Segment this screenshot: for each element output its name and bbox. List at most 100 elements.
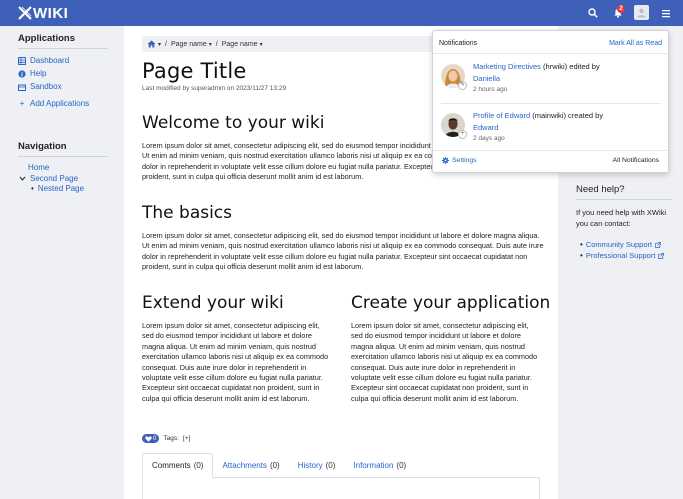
tab-history[interactable]: History (0) bbox=[289, 453, 345, 478]
last-modified-info: Last modified by superadmin on 2023/11/2… bbox=[142, 85, 287, 92]
sandbox-icon bbox=[18, 83, 26, 91]
search-icon[interactable] bbox=[586, 6, 600, 20]
section-paragraph: Lorem ipsum dolor sit amet, consectetur … bbox=[142, 321, 329, 403]
chevron-down-icon[interactable] bbox=[18, 175, 26, 183]
add-tag-button[interactable]: [+] bbox=[183, 435, 190, 442]
notification-doc-link[interactable]: Marketing Directives bbox=[473, 62, 541, 71]
breadcrumb-separator: / bbox=[165, 40, 167, 48]
table-icon bbox=[18, 56, 26, 65]
like-button[interactable]: 0 bbox=[142, 434, 160, 443]
gear-icon bbox=[442, 157, 449, 164]
tab-label: Comments bbox=[152, 461, 191, 470]
nav-item-label: Home bbox=[28, 163, 50, 172]
section-heading: Create your application bbox=[351, 293, 551, 313]
tab-label: History bbox=[297, 461, 323, 470]
doc-extra-tabs: Comments (0) Attachments (0) History (0) In… bbox=[142, 453, 540, 478]
help-link-label: Professional Support bbox=[585, 251, 656, 260]
heart-icon bbox=[145, 435, 152, 442]
app-link-sandbox[interactable]: Sandbox bbox=[18, 82, 62, 91]
section-heading: The basics bbox=[142, 203, 233, 223]
external-link-icon bbox=[658, 252, 665, 259]
breadcrumb-separator: / bbox=[215, 40, 218, 48]
plus-icon: + bbox=[19, 99, 25, 108]
tab-label: Attachments bbox=[222, 461, 267, 470]
breadcrumb-home[interactable]: ▾ bbox=[147, 40, 161, 48]
xwiki-logo[interactable]: WIKI bbox=[18, 4, 69, 22]
bullet: • bbox=[580, 240, 583, 249]
bullet: • bbox=[580, 251, 583, 260]
notification-action: (hrwiki) edited by bbox=[540, 62, 600, 71]
section-heading: Extend your wiki bbox=[142, 293, 284, 313]
notification-item[interactable]: + Profile of Edward (mainwiki) created b… bbox=[441, 110, 661, 150]
navigation-panel-title: Navigation bbox=[18, 141, 67, 152]
add-applications-label: Add Applications bbox=[30, 99, 90, 108]
page-title: Page Title bbox=[142, 59, 247, 83]
professional-support-link[interactable]: • Professional Support bbox=[580, 251, 665, 260]
divider bbox=[576, 199, 672, 200]
nav-item-nested-page[interactable]: • Nested Page bbox=[31, 184, 84, 193]
app-link-label: Dashboard bbox=[30, 56, 70, 65]
need-help-text: If you need help with XWiki you can cont… bbox=[576, 208, 667, 228]
tab-count: (0) bbox=[269, 461, 280, 470]
notification-text: Marketing Directives (hrwiki) edited by … bbox=[473, 61, 661, 96]
nav-item-second-page[interactable]: Second Page bbox=[18, 174, 78, 183]
mark-all-read-button[interactable]: Mark All as Read bbox=[609, 40, 662, 47]
caret-down-icon: ▾ bbox=[158, 41, 162, 48]
add-applications-link[interactable]: + Add Applications bbox=[18, 99, 90, 108]
logo-x-icon bbox=[18, 6, 32, 20]
breadcrumb-item[interactable]: Page name ▾ bbox=[222, 41, 263, 48]
app-link-label: Help bbox=[30, 69, 47, 78]
tab-comments[interactable]: Comments (0) bbox=[142, 453, 214, 478]
need-help-title: Need help? bbox=[576, 184, 625, 195]
divider bbox=[441, 103, 661, 104]
tab-count: (0) bbox=[193, 461, 204, 470]
tags-row: 0 Tags: [+] bbox=[142, 434, 190, 443]
divider bbox=[433, 53, 668, 54]
app-link-dashboard[interactable]: Dashboard bbox=[18, 56, 69, 65]
help-link-label: Community Support bbox=[585, 240, 653, 249]
home-icon bbox=[147, 40, 156, 48]
app-link-help[interactable]: Help bbox=[18, 69, 46, 78]
left-sidebar: Applications Dashboard Help Sandbox + Ad… bbox=[0, 26, 124, 499]
app-link-label: Sandbox bbox=[30, 82, 62, 91]
breadcrumb-item-label: Page name bbox=[221, 40, 258, 48]
top-navbar: WIKI 2 bbox=[0, 0, 683, 26]
tags-label: Tags: bbox=[163, 435, 179, 442]
nav-item-label: Second Page bbox=[30, 174, 79, 183]
info-icon bbox=[18, 69, 26, 78]
notifications-dropdown: Notifications Mark All as Read ✎ Marketi… bbox=[432, 30, 669, 173]
section-heading: Welcome to your wiki bbox=[142, 113, 325, 133]
notification-action: (mainwiki) created by bbox=[530, 111, 604, 120]
notification-item[interactable]: ✎ Marketing Directives (hrwiki) edited b… bbox=[441, 61, 661, 101]
like-count: 0 bbox=[153, 435, 157, 442]
pencil-icon: ✎ bbox=[458, 81, 467, 90]
notifications-count-badge: 2 bbox=[617, 5, 625, 13]
breadcrumb-item[interactable]: Page name ▾ bbox=[171, 41, 212, 48]
divider bbox=[18, 48, 108, 49]
external-link-icon bbox=[655, 241, 661, 248]
notification-doc-link[interactable]: Profile of Edward bbox=[473, 111, 530, 120]
logo-text: WIKI bbox=[33, 4, 69, 22]
notification-user-link[interactable]: Daniella bbox=[473, 74, 500, 83]
tab-count: (0) bbox=[325, 461, 336, 470]
notification-settings-link[interactable]: Settings bbox=[442, 157, 477, 164]
all-notifications-link[interactable]: All Notifications bbox=[613, 157, 659, 164]
breadcrumb-item-label: Page name bbox=[170, 40, 207, 48]
notifications-title: Notifications bbox=[439, 40, 478, 47]
tab-count: (0) bbox=[396, 461, 407, 470]
applications-panel-title: Applications bbox=[18, 33, 76, 44]
nav-item-home[interactable]: Home bbox=[28, 163, 49, 172]
section-paragraph: Lorem ipsum dolor sit amet, consectetur … bbox=[351, 321, 538, 403]
notification-time: 2 days ago bbox=[473, 135, 505, 142]
tab-information[interactable]: Information (0) bbox=[344, 453, 415, 478]
notification-text: Profile of Edward (mainwiki) created by … bbox=[473, 110, 661, 145]
caret-down-icon: ▾ bbox=[208, 41, 212, 48]
tab-attachments[interactable]: Attachments (0) bbox=[213, 453, 288, 478]
divider bbox=[433, 150, 668, 151]
community-support-link[interactable]: • Community Support bbox=[580, 240, 661, 249]
bullet: • bbox=[31, 184, 34, 193]
hamburger-menu-icon[interactable] bbox=[659, 6, 673, 20]
caret-down-icon: ▾ bbox=[259, 41, 263, 48]
user-avatar[interactable] bbox=[634, 5, 649, 20]
notification-user-link[interactable]: Edward bbox=[473, 123, 498, 132]
